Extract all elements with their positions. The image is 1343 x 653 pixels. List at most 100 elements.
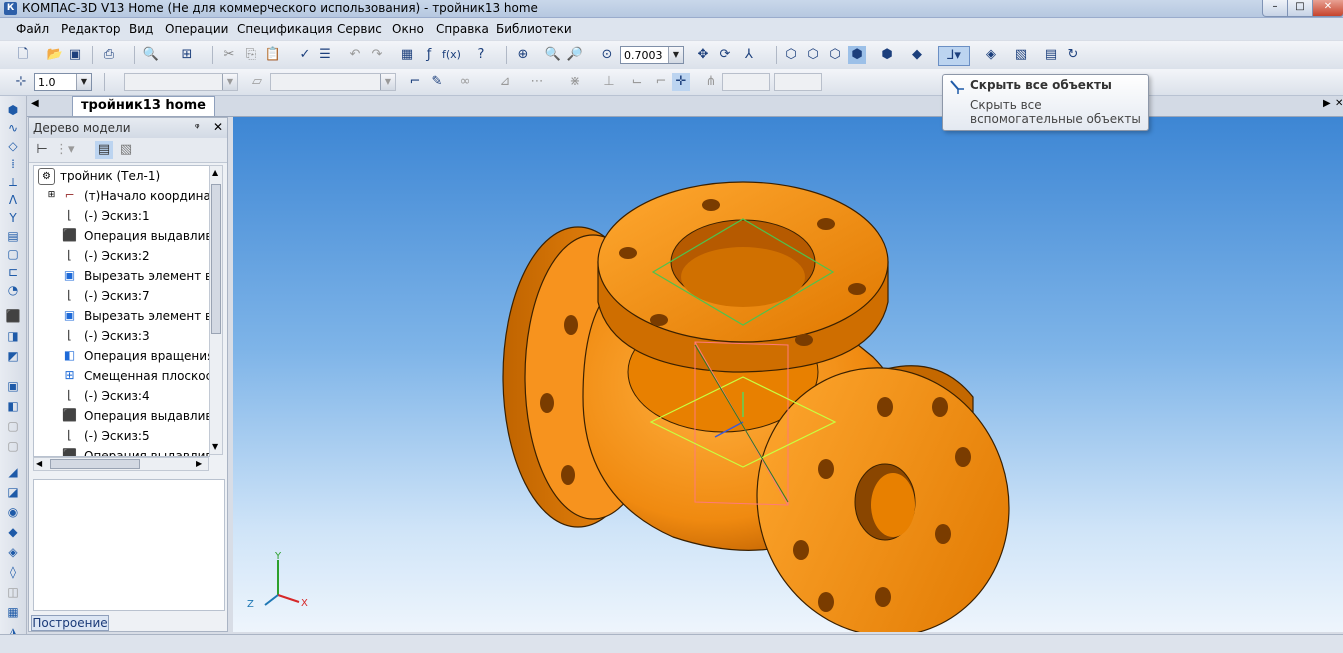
corner-icon[interactable]: ⌐ (652, 73, 670, 91)
pan-icon[interactable]: ✥ (694, 46, 712, 64)
ortho-icon[interactable]: ⊿ (496, 73, 514, 91)
tree-order-icon[interactable]: ⋮▾ (55, 141, 75, 159)
split-icon[interactable]: ◫ (4, 584, 22, 600)
tab-scroll-right-icon[interactable]: ▶ (1323, 98, 1331, 109)
tab-construction[interactable]: Построение (31, 615, 109, 631)
maximize-button[interactable]: □ (1287, 0, 1313, 17)
link-icon[interactable]: ∞ (456, 73, 474, 91)
help-pointer-icon[interactable]: ? (472, 46, 490, 64)
orientation-icon[interactable]: ⅄ (740, 46, 758, 64)
scroll-thumb[interactable] (211, 184, 221, 334)
zoom-in-icon[interactable]: 🔍 (544, 46, 562, 64)
save-icon[interactable]: ▣ (66, 46, 84, 64)
zoom-combo[interactable]: 0.7003 ▼ (620, 46, 684, 64)
step-combo[interactable]: 1.0 ▼ (34, 73, 92, 91)
pin-icon[interactable]: ᵠ (195, 121, 200, 134)
cut-extrude-icon[interactable]: ▣ (4, 378, 22, 394)
zoom-window-icon[interactable]: ⊕ (514, 46, 532, 64)
draft-icon[interactable]: ◊ (4, 564, 22, 580)
zoom-scale-icon[interactable]: ⊙ (598, 46, 616, 64)
style-combo[interactable]: ▼ (124, 73, 238, 91)
coord-x-field[interactable] (722, 73, 770, 91)
shaded-icon[interactable]: ⬢ (848, 46, 866, 64)
edit-icon[interactable]: ✎ (428, 73, 446, 91)
tab-document[interactable]: тройник13 home (72, 96, 215, 116)
menu-service[interactable]: Сервис (337, 22, 382, 36)
view-icon[interactable]: ⬢ (4, 102, 22, 118)
preview-icon[interactable]: 🔍 (142, 46, 160, 64)
cut-kinematic-icon[interactable]: ▢ (4, 418, 22, 434)
grid-icon[interactable]: ⊞ (178, 46, 196, 64)
chevron-down-icon[interactable]: ▼ (222, 74, 237, 90)
loft-tool-icon[interactable]: ◩ (4, 348, 22, 364)
menu-file[interactable]: Файл (16, 22, 49, 36)
menu-operations[interactable]: Операции (165, 22, 228, 36)
expand-icon[interactable]: ⊞ (44, 188, 59, 203)
menu-help[interactable]: Справка (436, 22, 489, 36)
menu-libraries[interactable]: Библиотеки (496, 22, 572, 36)
manager-icon[interactable]: ▦ (398, 46, 416, 64)
coord-y-field[interactable] (774, 73, 822, 91)
curves-icon[interactable]: ∿ (4, 120, 22, 136)
open-file-icon[interactable]: 📂 (46, 46, 64, 64)
section-icon[interactable]: ◈ (982, 46, 1000, 64)
scroll-up-icon[interactable]: ▲ (212, 168, 218, 177)
tree-horizontal-scrollbar[interactable]: ◀ ▶ (33, 457, 209, 471)
reports-icon[interactable]: ▢ (4, 246, 22, 262)
chevron-down-icon[interactable]: ▼ (668, 47, 683, 63)
perspective-icon[interactable]: ◆ (908, 46, 926, 64)
layer-combo[interactable]: ▼ (270, 73, 396, 91)
snap-toggle-icon[interactable]: ⋇ (566, 73, 584, 91)
tree-filter-icon[interactable]: ▧ (117, 141, 135, 159)
menu-editor[interactable]: Редактор (61, 22, 120, 36)
rotate-icon[interactable]: ⟳ (716, 46, 734, 64)
extrude-tool-icon[interactable]: ⬛ (4, 308, 22, 324)
tab-scroll-left-icon[interactable]: ◀ (31, 98, 39, 109)
cut-revolve-icon[interactable]: ◧ (4, 398, 22, 414)
library-icon[interactable]: ▧ (1012, 46, 1030, 64)
diagnostics-icon[interactable]: ◔ (4, 282, 22, 298)
tree-view-icon[interactable]: ▤ (95, 141, 113, 159)
selection-icon[interactable]: Y (4, 210, 22, 226)
chamfer-icon[interactable]: ◪ (4, 484, 22, 500)
auxiliary-icon[interactable]: ⟂ (4, 174, 22, 190)
scroll-down-icon[interactable]: ▼ (212, 442, 218, 451)
menu-view[interactable]: Вид (129, 22, 153, 36)
shell-icon[interactable]: ◈ (4, 544, 22, 560)
tree-close-icon[interactable]: ✕ (213, 120, 223, 134)
fx-icon[interactable]: f(x) (442, 46, 461, 64)
variables-icon[interactable]: ƒ (420, 46, 438, 64)
cursor-snap-icon[interactable]: ✛ (672, 73, 690, 91)
align-icon[interactable]: ⌙ (628, 73, 646, 91)
grid-toggle-icon[interactable]: ⋯ (528, 73, 546, 91)
cut-icon[interactable]: ✂ (220, 46, 238, 64)
zoom-out-icon[interactable]: 🔎 (566, 46, 584, 64)
scroll-thumb[interactable] (50, 459, 140, 469)
undo-icon[interactable]: ↶ (346, 46, 364, 64)
scroll-left-icon[interactable]: ◀ (36, 459, 42, 468)
list-icon[interactable]: ☰ (316, 46, 334, 64)
xy-icon[interactable]: ⋔ (702, 73, 720, 91)
redo-icon[interactable]: ↷ (368, 46, 386, 64)
cut-loft-icon[interactable]: ▢ (4, 438, 22, 454)
tab-close-icon[interactable]: ✕ (1335, 98, 1343, 109)
scroll-right-icon[interactable]: ▶ (196, 459, 202, 468)
coordinates-icon[interactable]: ⊥ (600, 73, 618, 91)
measure-icon[interactable]: ▤ (1042, 46, 1060, 64)
rib-icon[interactable]: ◆ (4, 524, 22, 540)
surfaces-icon[interactable]: ◇ (4, 138, 22, 154)
menu-window[interactable]: Окно (392, 22, 424, 36)
minimize-button[interactable]: – (1262, 0, 1288, 17)
properties-icon[interactable]: ✓ (296, 46, 314, 64)
snap-icon[interactable]: ⊹ (12, 73, 30, 91)
revolve-tool-icon[interactable]: ◨ (4, 328, 22, 344)
chevron-down-icon[interactable]: ▼ (76, 74, 91, 90)
dimensions-icon[interactable]: Λ (4, 192, 22, 208)
specification-icon[interactable]: ▤ (4, 228, 22, 244)
paste-icon[interactable]: 📋 (264, 46, 282, 64)
pattern-icon[interactable]: ▦ (4, 604, 22, 620)
layer-icon[interactable]: ▱ (248, 73, 266, 91)
shaded-edges-icon[interactable]: ⬢ (878, 46, 896, 64)
copy-icon[interactable]: ⎘ (242, 46, 260, 64)
hide-objects-icon[interactable]: ⅃▾ (938, 46, 970, 66)
